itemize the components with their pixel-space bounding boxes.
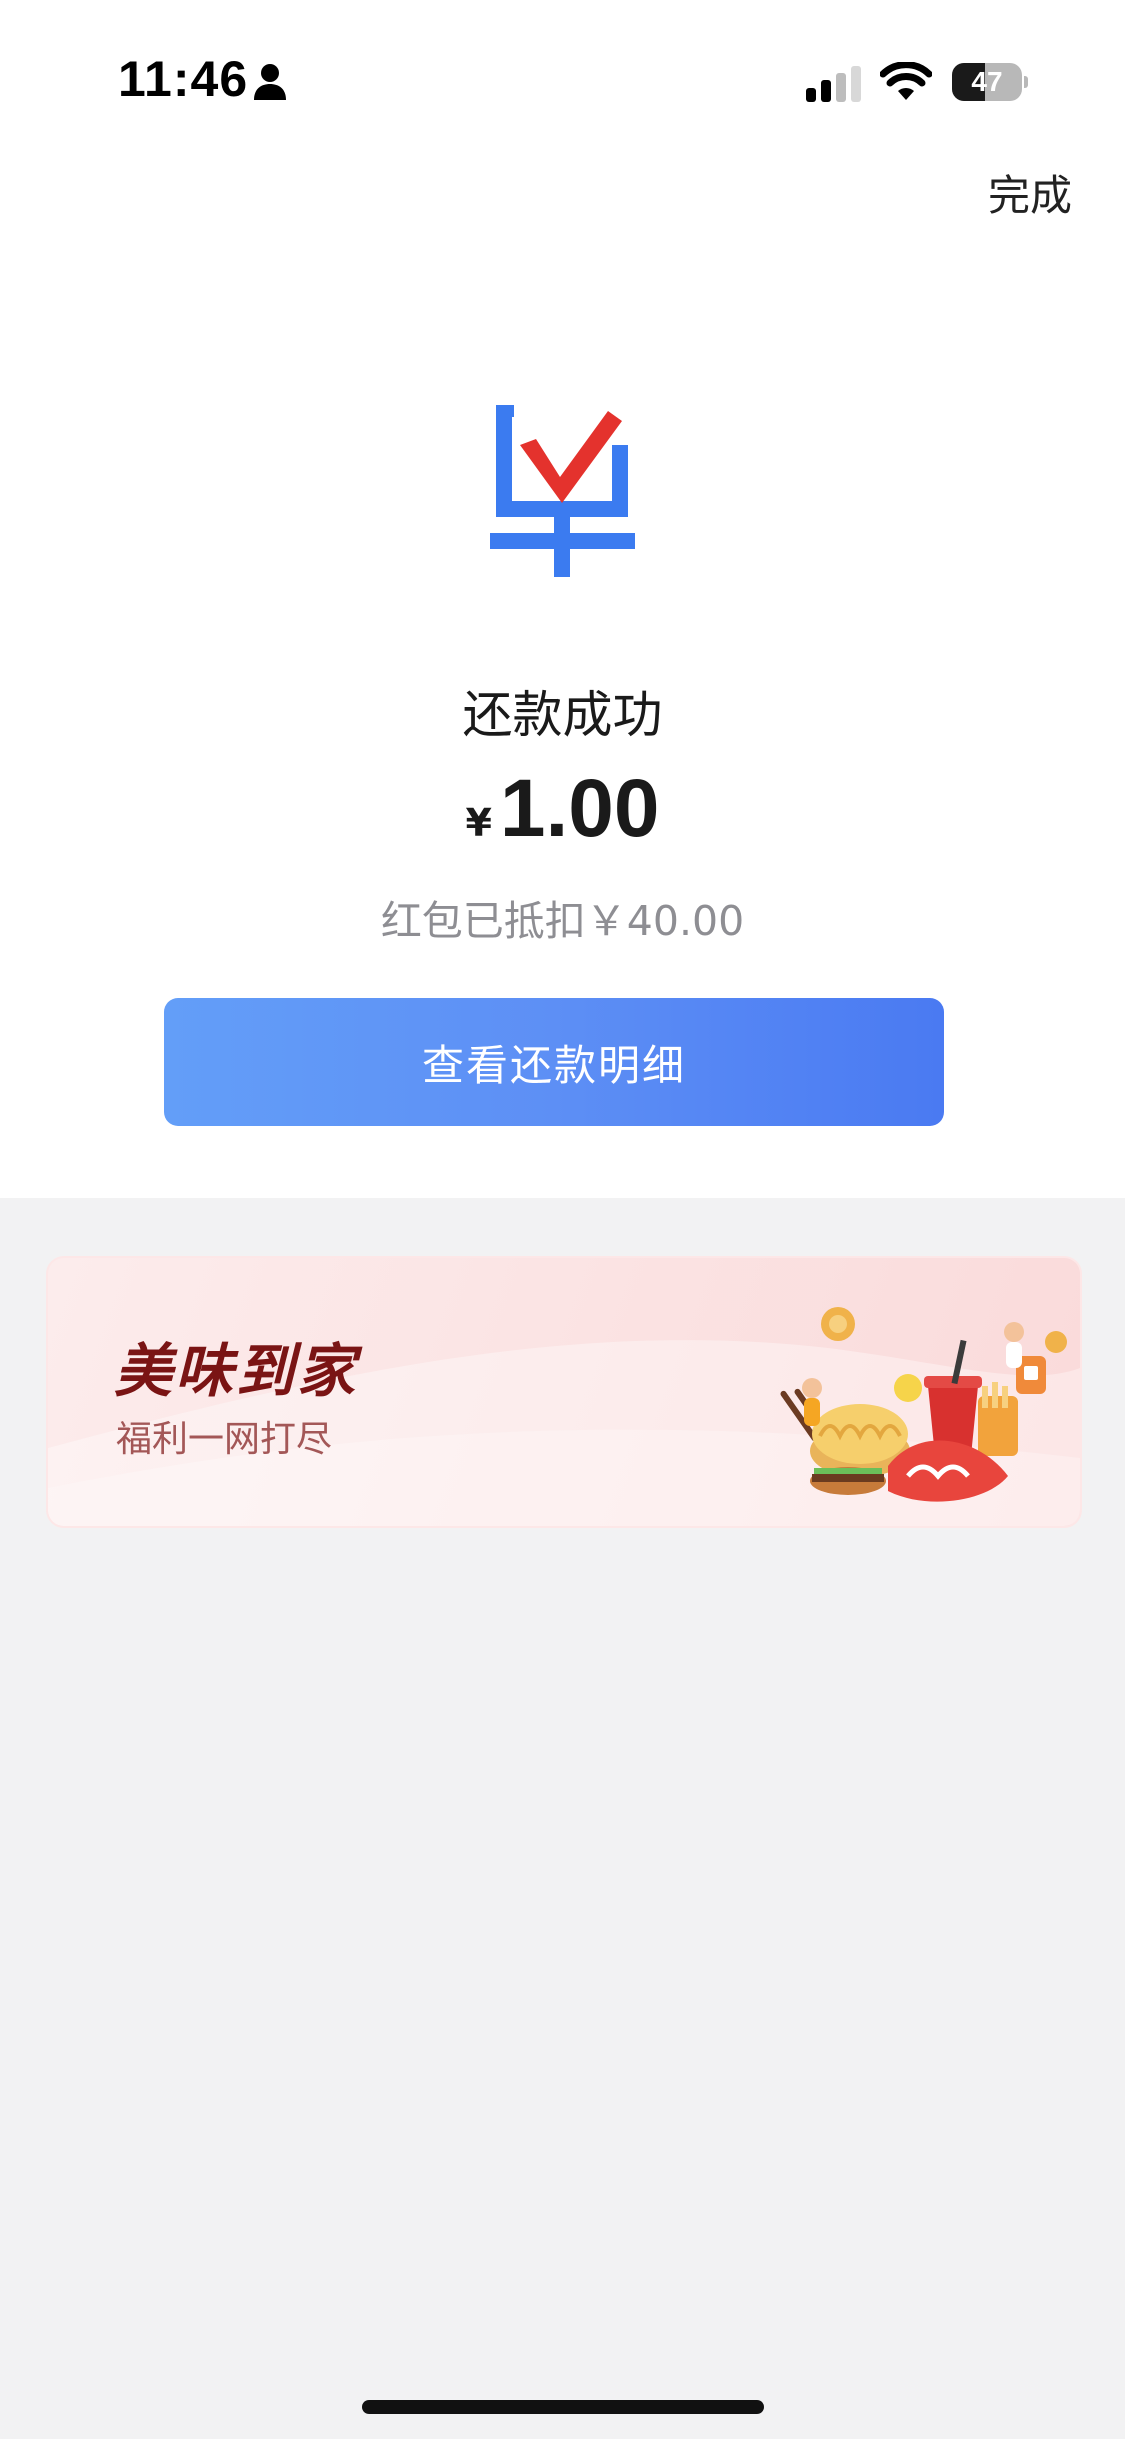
- promo-banner[interactable]: 美味到家 福利一网打尽: [46, 1256, 1082, 1528]
- promo-title: 美味到家: [114, 1337, 359, 1405]
- done-button[interactable]: 完成: [988, 162, 1072, 223]
- food-illustration: [780, 1307, 1067, 1502]
- status-time: 11:46: [118, 51, 249, 107]
- battery-level: 47: [971, 66, 1003, 97]
- amount-row: ¥1.00: [0, 762, 1125, 856]
- view-repayment-details-button[interactable]: 查看还款明细: [164, 998, 944, 1126]
- battery-icon: 47: [952, 63, 1028, 101]
- person-icon: [254, 64, 286, 100]
- promo-subtitle: 福利一网打尽: [116, 1419, 333, 1460]
- cellular-signal-icon: [806, 66, 861, 102]
- red-packet-deduction: 红包已抵扣￥40.00: [380, 897, 745, 945]
- currency-symbol: ¥: [465, 801, 492, 845]
- home-indicator: [362, 2400, 764, 2414]
- bill-check-logo: [490, 405, 635, 577]
- wifi-icon: [880, 62, 932, 100]
- repayment-amount: 1.00: [499, 763, 660, 854]
- result-title: 还款成功: [462, 686, 663, 744]
